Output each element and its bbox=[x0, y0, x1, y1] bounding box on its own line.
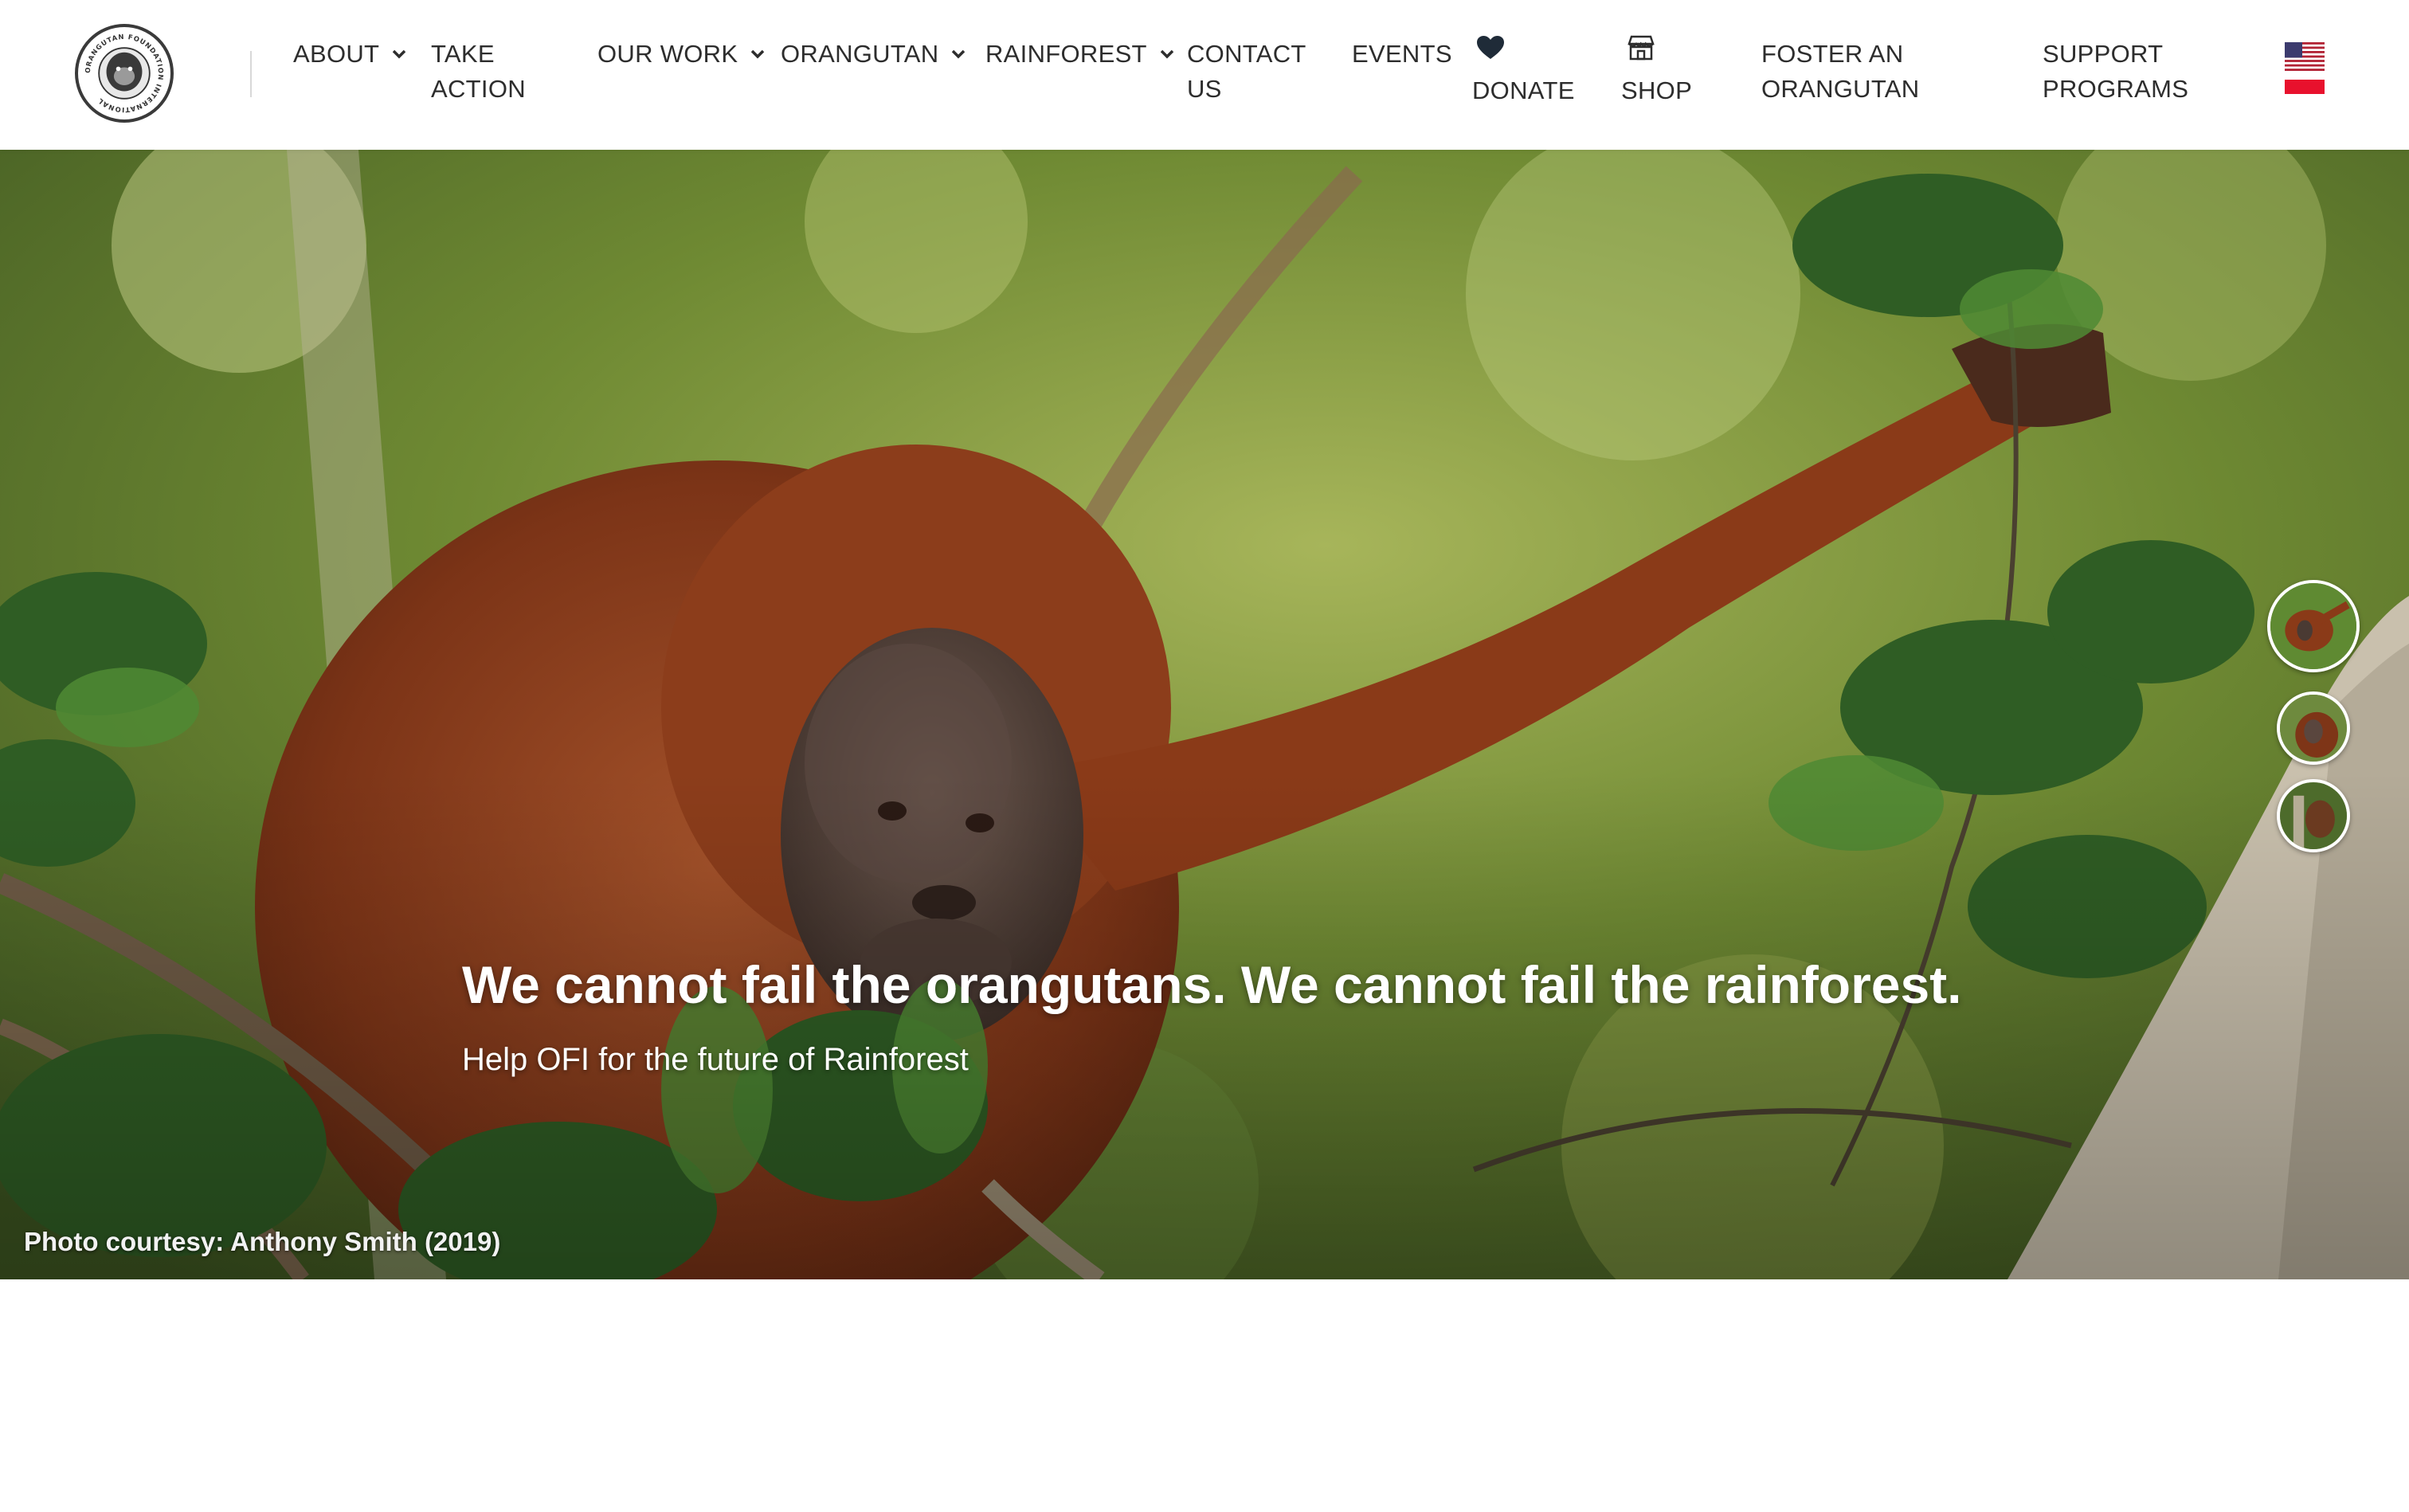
nav-rainforest[interactable]: RAINFOREST bbox=[985, 37, 1176, 72]
nav-contact-line2: US bbox=[1187, 75, 1222, 103]
nav-take-action-line1: TAKE bbox=[431, 40, 495, 68]
hero-banner: We cannot fail the orangutans. We cannot… bbox=[0, 150, 2409, 1279]
nav-shop-label: SHOP bbox=[1621, 76, 1693, 104]
heart-icon bbox=[1476, 35, 1505, 61]
nav-take-action-line2: ACTION bbox=[431, 75, 526, 103]
nav-events-label: EVENTS bbox=[1352, 40, 1452, 68]
nav-foster-line2: ORANGUTAN bbox=[1761, 75, 1920, 103]
nav-our-work-label: OUR WORK bbox=[597, 40, 738, 68]
nav-shop[interactable]: SHOP bbox=[1621, 73, 1692, 108]
nav-rainforest-label: RAINFOREST bbox=[985, 40, 1147, 68]
chevron-down-icon bbox=[1158, 45, 1176, 63]
storefront-icon bbox=[1627, 35, 1655, 61]
nav-orangutan-label: ORANGUTAN bbox=[781, 40, 939, 68]
nav-donate-label: DONATE bbox=[1472, 76, 1575, 104]
chevron-down-icon bbox=[749, 45, 766, 63]
flag-us-icon[interactable] bbox=[2285, 42, 2325, 71]
nav-support-line2: PROGRAMS bbox=[2043, 75, 2189, 103]
nav-foster-line1: FOSTER AN bbox=[1761, 40, 1904, 68]
photo-credit: Photo courtesy: Anthony Smith (2019) bbox=[24, 1227, 501, 1256]
nav-donate[interactable]: DONATE bbox=[1472, 73, 1575, 108]
nav-our-work[interactable]: OUR WORK bbox=[597, 37, 766, 72]
hero-subtitle: Help OFI for the future of Rainforest bbox=[462, 1042, 969, 1077]
nav-take-action[interactable]: TAKE ACTION bbox=[431, 37, 526, 107]
hero-title: We cannot fail the orangutans. We cannot… bbox=[462, 955, 1962, 1014]
slide-thumbnail-2[interactable] bbox=[2277, 691, 2350, 765]
nav-contact-line1: CONTACT bbox=[1187, 40, 1306, 68]
nav-orangutan[interactable]: ORANGUTAN bbox=[781, 37, 967, 72]
nav-about[interactable]: ABOUT bbox=[293, 37, 408, 72]
logo[interactable]: ORANGUTAN FOUNDATION INTERNATIONAL bbox=[75, 24, 174, 123]
nav-contact-us[interactable]: CONTACT US bbox=[1187, 37, 1306, 107]
nav-about-label: ABOUT bbox=[293, 40, 380, 68]
chevron-down-icon bbox=[950, 45, 967, 63]
slide-thumbnail-1[interactable] bbox=[2267, 580, 2360, 672]
nav-foster-orangutan[interactable]: FOSTER AN ORANGUTAN bbox=[1761, 37, 1919, 107]
nav-support-line1: SUPPORT bbox=[2043, 40, 2164, 68]
flag-indonesia-icon[interactable] bbox=[2285, 80, 2325, 108]
nav-support-programs[interactable]: SUPPORT PROGRAMS bbox=[2043, 37, 2188, 107]
nav-divider bbox=[250, 51, 252, 97]
hero-background-image bbox=[0, 150, 2409, 1279]
site-header: ORANGUTAN FOUNDATION INTERNATIONAL ABOUT… bbox=[0, 0, 2409, 150]
nav-events[interactable]: EVENTS bbox=[1352, 37, 1452, 72]
chevron-down-icon bbox=[390, 45, 408, 63]
slide-thumbnail-3[interactable] bbox=[2277, 779, 2350, 852]
